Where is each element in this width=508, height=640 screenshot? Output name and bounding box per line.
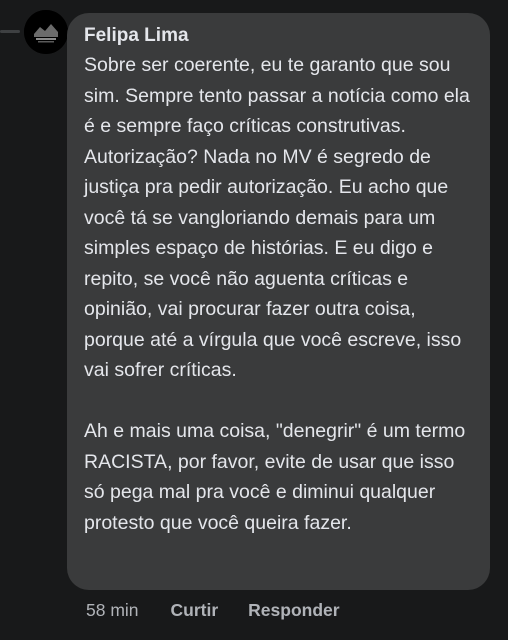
comment-bubble: Felipa Lima Sobre ser coerente, eu te ga…: [67, 13, 490, 590]
comment-paragraph: Ah e mais uma coisa, "denegrir" é um ter…: [84, 420, 466, 534]
reply-button[interactable]: Responder: [248, 600, 339, 621]
comment-thread: Felipa Lima Sobre ser coerente, eu te ga…: [0, 0, 508, 640]
comment-actions: 58 min Curtir Responder: [86, 598, 340, 622]
like-button[interactable]: Curtir: [171, 600, 219, 621]
avatar[interactable]: [24, 10, 68, 54]
avatar-logo-icon: [24, 10, 68, 54]
comment-author-name[interactable]: Felipa Lima: [84, 24, 480, 48]
comment-timestamp[interactable]: 58 min: [86, 600, 139, 621]
comment-paragraph: Sobre ser coerente, eu te garanto que so…: [84, 54, 470, 381]
thread-connector-line: [0, 30, 20, 33]
